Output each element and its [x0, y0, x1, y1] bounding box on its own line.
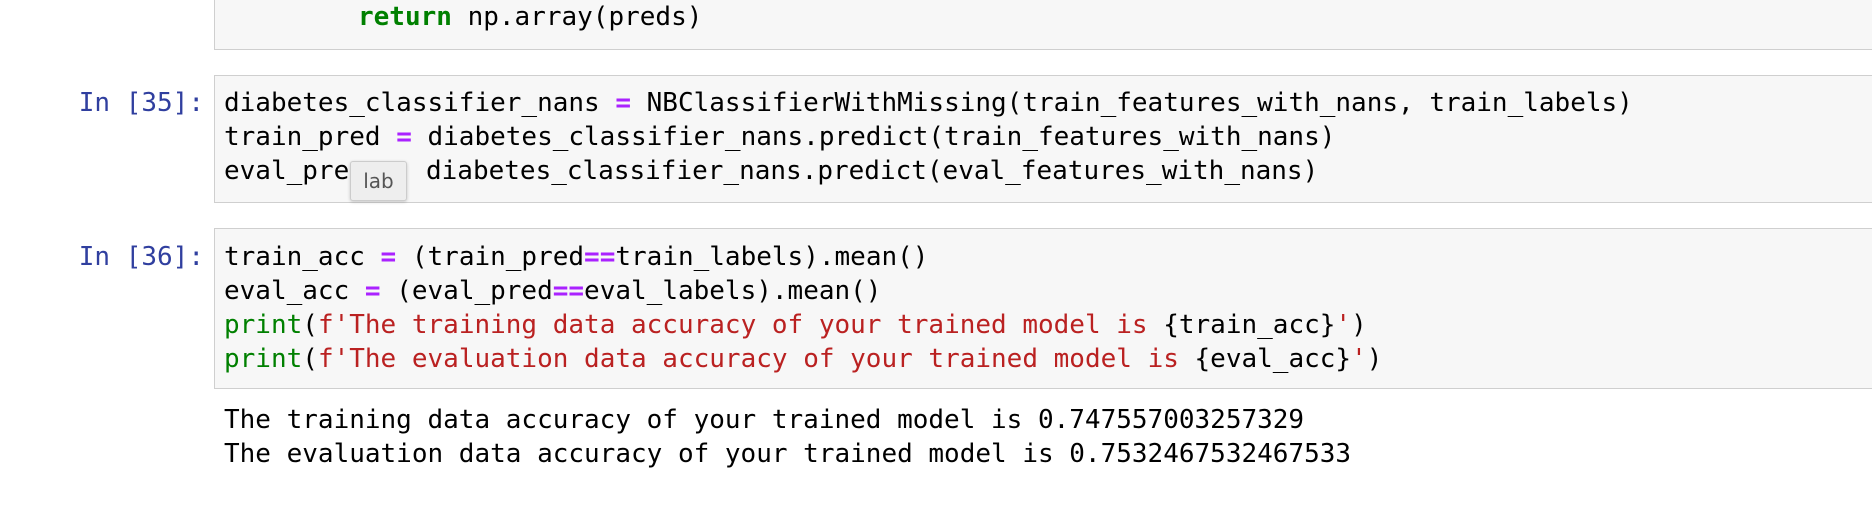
code-token: )	[1351, 310, 1367, 340]
operator-token: =	[396, 122, 412, 152]
code-token: (	[302, 310, 318, 340]
operator-token: =	[364, 276, 381, 306]
code-line: diabetes_classifier_nans = NBClassifierW…	[224, 88, 1633, 118]
code-token: diabetes_classifier_nans.predict(train_f…	[411, 122, 1336, 152]
code-line: return np.array(preds)	[358, 2, 702, 32]
code-token: train_labels).mean()	[615, 242, 929, 272]
code-line: print(f'The training data accuracy of yo…	[224, 310, 1367, 340]
keyword-token: return	[358, 2, 452, 32]
builtin-token: print	[224, 310, 303, 340]
cell-prompt: In [36]:	[78, 242, 204, 272]
operator-token: =	[615, 88, 631, 118]
code-token: {train_acc}	[1163, 310, 1336, 340]
code-line: print(f'The evaluation data accuracy of …	[224, 344, 1382, 374]
code-token: diabetes_classifier_nans.predict(eval_fe…	[426, 156, 1319, 186]
code-token: (eval_pred	[380, 276, 553, 306]
code-token: diabetes_classifier_nans	[224, 88, 616, 118]
code-token: eval_labels).mean()	[584, 276, 882, 306]
cell-prompt: In [35]:	[78, 88, 204, 118]
code-token: {eval_acc}	[1194, 344, 1352, 374]
string-token: '	[1351, 344, 1367, 374]
autocomplete-tooltip: lab	[350, 161, 407, 201]
operator-token: ==	[552, 276, 585, 306]
code-token: eval_pre	[224, 156, 350, 186]
code-token: np.array(preds)	[451, 2, 703, 32]
string-token: f'The training data accuracy of your tra…	[317, 310, 1164, 340]
cell-output-line: The training data accuracy of your train…	[224, 405, 1305, 435]
code-line: train_acc = (train_pred==train_labels).m…	[224, 242, 928, 272]
code-token: train_pred	[224, 122, 397, 152]
code-line: train_pred = diabetes_classifier_nans.pr…	[224, 122, 1335, 152]
string-token: '	[1335, 310, 1352, 340]
code-token: eval_acc	[224, 276, 365, 306]
code-line: eval_acc = (eval_pred==eval_labels).mean…	[224, 276, 881, 306]
operator-token: =	[380, 242, 397, 272]
code-token: (train_pred	[396, 242, 585, 272]
code-token: )	[1366, 344, 1383, 374]
code-line: eval_pre	[224, 156, 349, 186]
code-token: (	[302, 344, 318, 374]
cell-output-line: The evaluation data accuracy of your tra…	[224, 439, 1352, 469]
string-token: f'The evaluation data accuracy of your t…	[317, 344, 1195, 374]
code-line: diabetes_classifier_nans.predict(eval_fe…	[426, 156, 1318, 186]
code-token: NBClassifierWithMissing(train_features_w…	[631, 88, 1633, 118]
builtin-token: print	[224, 344, 303, 374]
operator-token: ==	[584, 242, 616, 272]
code-token: train_acc	[224, 242, 381, 272]
